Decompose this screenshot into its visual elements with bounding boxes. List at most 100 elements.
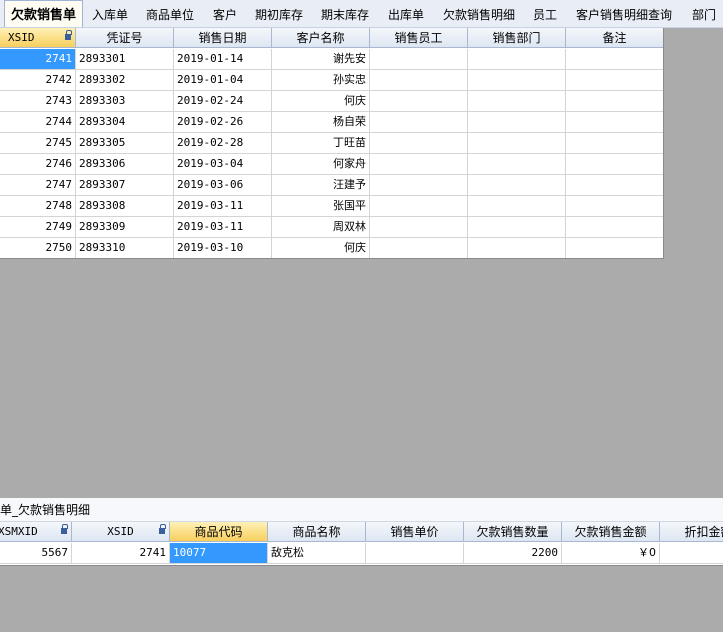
cell-remark[interactable] [566, 196, 663, 217]
cell-customer[interactable]: 杨自荣 [272, 112, 370, 133]
cell-remark[interactable] [566, 154, 663, 175]
cell-voucher[interactable]: 2893307 [76, 175, 174, 196]
cell-remark[interactable] [566, 91, 663, 112]
cell-sale-date[interactable]: 2019-01-14 [174, 49, 272, 70]
cell-voucher[interactable]: 2893308 [76, 196, 174, 217]
cell-department[interactable] [468, 196, 566, 217]
cell-employee[interactable] [370, 175, 468, 196]
tab-bumen[interactable]: 部门 [685, 0, 723, 27]
cell-voucher[interactable]: 2893305 [76, 133, 174, 154]
cell-remark[interactable] [566, 133, 663, 154]
cell-voucher[interactable]: 2893306 [76, 154, 174, 175]
tab-qimo-kucun[interactable]: 期末库存 [315, 0, 375, 27]
tab-kehu-xiaoshou-mingxi-chaxun[interactable]: 客户销售明细查询 [569, 0, 679, 27]
cell-customer[interactable]: 张国平 [272, 196, 370, 217]
column-header-quantity[interactable]: 欠款销售数量 [464, 522, 562, 542]
cell-xsid[interactable]: 2748 [0, 196, 76, 217]
cell-xsid[interactable]: 2743 [0, 91, 76, 112]
cell-department[interactable] [468, 175, 566, 196]
cell-department[interactable] [468, 154, 566, 175]
cell-remark[interactable] [566, 217, 663, 238]
cell-customer[interactable]: 丁旺苗 [272, 133, 370, 154]
cell-voucher[interactable]: 2893302 [76, 70, 174, 91]
column-header-customer[interactable]: 客户名称 [272, 28, 370, 48]
cell-sale-date[interactable]: 2019-03-06 [174, 175, 272, 196]
tab-rukudan[interactable]: 入库单 [86, 0, 134, 27]
tab-qiankuan-xiaoshoudan[interactable]: 欠款销售单 [4, 0, 83, 27]
cell-xsid[interactable]: 2747 [0, 175, 76, 196]
tab-yuangong[interactable]: 员工 [526, 0, 564, 27]
tab-qiankuan-xiaoshou-mingxi[interactable]: 欠款销售明细 [437, 0, 521, 27]
cell-xsid[interactable]: 2744 [0, 112, 76, 133]
cell-customer[interactable]: 何庆 [272, 91, 370, 112]
sales-order-grid[interactable]: XSID 凭证号 销售日期 客户名称 销售员工 销售部门 备注 2741 2893… [0, 28, 664, 259]
cell-employee[interactable] [370, 133, 468, 154]
cell-discount[interactable] [660, 543, 723, 564]
cell-department[interactable] [468, 70, 566, 91]
cell-sale-date[interactable]: 2019-03-10 [174, 238, 272, 258]
cell-xsid[interactable]: 2741 [72, 543, 170, 564]
cell-sale-date[interactable]: 2019-02-28 [174, 133, 272, 154]
cell-voucher[interactable]: 2893301 [76, 49, 174, 70]
cell-amount[interactable]: ￥0 [562, 543, 660, 564]
tab-qichu-kucun[interactable]: 期初库存 [249, 0, 309, 27]
cell-employee[interactable] [370, 196, 468, 217]
cell-department[interactable] [468, 91, 566, 112]
cell-employee[interactable] [370, 154, 468, 175]
column-header-amount[interactable]: 欠款销售金额 [562, 522, 660, 542]
cell-sale-date[interactable]: 2019-03-11 [174, 217, 272, 238]
cell-product-code[interactable]: 10077 [170, 543, 268, 564]
cell-product-name[interactable]: 敌克松 [268, 543, 366, 564]
cell-xsid[interactable]: 2741 [0, 49, 76, 70]
cell-remark[interactable] [566, 49, 663, 70]
cell-sale-date[interactable]: 2019-02-24 [174, 91, 272, 112]
cell-xsid[interactable]: 2749 [0, 217, 76, 238]
cell-employee[interactable] [370, 217, 468, 238]
cell-voucher[interactable]: 2893304 [76, 112, 174, 133]
cell-voucher[interactable]: 2893310 [76, 238, 174, 258]
cell-voucher[interactable]: 2893303 [76, 91, 174, 112]
tab-kehu[interactable]: 客户 [206, 0, 244, 27]
cell-customer[interactable]: 汪建予 [272, 175, 370, 196]
sales-detail-grid[interactable]: XSMXID XSID 商品代码 商品名称 销售单价 欠款销售数量 欠款销售金额… [0, 522, 723, 566]
cell-sale-date[interactable]: 2019-03-11 [174, 196, 272, 217]
cell-department[interactable] [468, 238, 566, 258]
cell-customer[interactable]: 谢先安 [272, 49, 370, 70]
cell-sale-date[interactable]: 2019-03-04 [174, 154, 272, 175]
tab-chukudan[interactable]: 出库单 [381, 0, 431, 27]
cell-employee[interactable] [370, 91, 468, 112]
cell-employee[interactable] [370, 112, 468, 133]
column-header-product-code[interactable]: 商品代码 [170, 522, 268, 542]
cell-customer[interactable]: 周双林 [272, 217, 370, 238]
cell-remark[interactable] [566, 70, 663, 91]
cell-customer[interactable]: 何庆 [272, 238, 370, 258]
cell-xsid[interactable]: 2745 [0, 133, 76, 154]
column-header-department[interactable]: 销售部门 [468, 28, 566, 48]
cell-sale-date[interactable]: 2019-01-04 [174, 70, 272, 91]
cell-xsid[interactable]: 2746 [0, 154, 76, 175]
cell-department[interactable] [468, 133, 566, 154]
cell-remark[interactable] [566, 112, 663, 133]
column-header-employee[interactable]: 销售员工 [370, 28, 468, 48]
cell-employee[interactable] [370, 70, 468, 91]
cell-remark[interactable] [566, 238, 663, 258]
cell-xsmxid[interactable]: 5567 [0, 543, 72, 564]
cell-xsid[interactable]: 2750 [0, 238, 76, 258]
cell-department[interactable] [468, 112, 566, 133]
column-header-voucher[interactable]: 凭证号 [76, 28, 174, 48]
column-header-xsid[interactable]: XSID [72, 522, 170, 542]
column-header-product-name[interactable]: 商品名称 [268, 522, 366, 542]
cell-employee[interactable] [370, 238, 468, 258]
column-header-sale-date[interactable]: 销售日期 [174, 28, 272, 48]
cell-remark[interactable] [566, 175, 663, 196]
cell-xsid[interactable]: 2742 [0, 70, 76, 91]
tab-shangpin-danwei[interactable]: 商品单位 [139, 0, 201, 27]
column-header-remark[interactable]: 备注 [566, 28, 663, 48]
cell-employee[interactable] [370, 49, 468, 70]
cell-customer[interactable]: 孙实忠 [272, 70, 370, 91]
cell-department[interactable] [468, 49, 566, 70]
column-header-unit-price[interactable]: 销售单价 [366, 522, 464, 542]
column-header-discount[interactable]: 折扣金额 [660, 522, 723, 542]
column-header-xsmxid[interactable]: XSMXID [0, 522, 72, 542]
column-header-xsid[interactable]: XSID [0, 28, 76, 48]
